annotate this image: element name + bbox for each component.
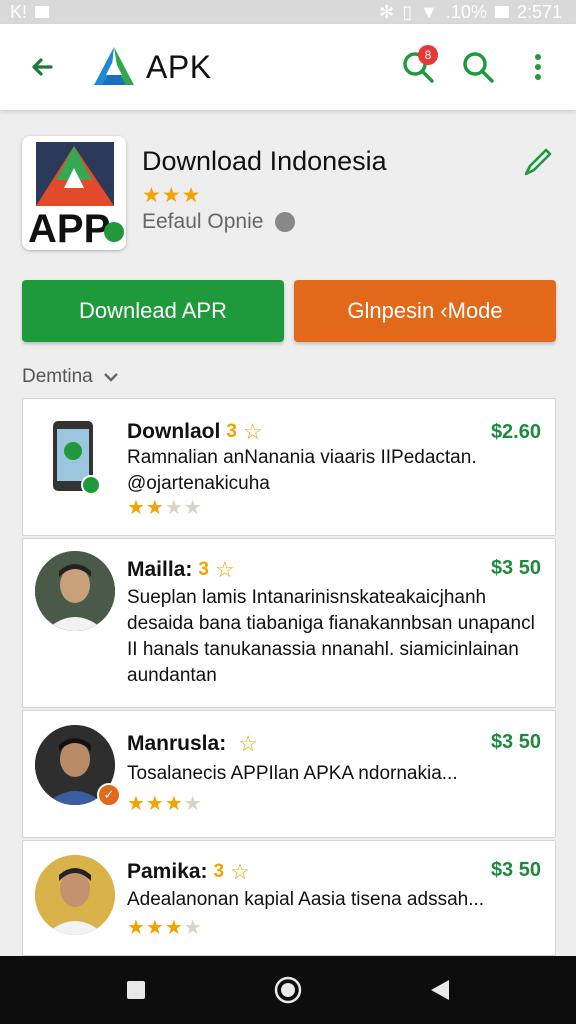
review-count: 3 (226, 421, 237, 442)
open-mode-button[interactable]: Glnpesin ‹Mode (294, 280, 556, 342)
notification-search-icon[interactable]: 8 (396, 45, 440, 89)
list-item[interactable]: Mailla: 3 ☆ $3 50 Sueplan lamis Intanari… (22, 538, 556, 708)
rating-filled: ★★★ (127, 793, 184, 815)
list-item[interactable]: ✓ Manrusla: ☆ $3 50 Tosalanecis APPIlan … (22, 710, 556, 838)
star-icon[interactable]: ☆ (238, 731, 258, 757)
star-icon[interactable]: ☆ (230, 859, 250, 885)
battery-percent: .10% (445, 1, 487, 22)
review-text: Ramnalian anNanania viaaris IIPedactan. … (127, 447, 477, 494)
list-item[interactable]: Downlaol 3 ☆ $2.60 Ramnalian anNanania v… (22, 398, 556, 536)
app-title: APK (146, 48, 212, 85)
review-price: $2.60 (490, 421, 541, 443)
bluetooth-icon: ✻ (379, 1, 395, 22)
rating-stars: ★★★★ (127, 915, 203, 940)
review-name-text: Manrusla: (127, 732, 227, 755)
avatar (35, 551, 115, 631)
review-name-text: Mailla: (127, 558, 193, 581)
review-price: $3 50 (490, 731, 541, 753)
vibrate-icon: ▯ (402, 1, 413, 22)
rating-empty: ★★ (164, 497, 203, 519)
review-price: $3 50 (490, 557, 541, 579)
avatar (35, 855, 115, 935)
status-left-text: K! (10, 1, 28, 22)
home-nav-icon[interactable] (264, 966, 312, 1014)
rating-stars: ★★★★ (127, 495, 203, 520)
rating-empty: ★ (183, 917, 203, 939)
review-price: $3 50 (490, 859, 541, 881)
list-item[interactable]: Pamika: 3 ☆ $3 50 Adealanonan kapial Aas… (22, 840, 556, 956)
review-text: Tosalanecis APPIlan APKA ndornakia... (127, 763, 458, 784)
review-name: Mailla: 3 ☆ (127, 557, 235, 583)
wifi-icon: ▼ (420, 1, 438, 22)
download-button[interactable]: Downlead APR (22, 280, 284, 342)
app-bar: APK 8 (0, 24, 576, 110)
app-subtitle-text: Eefaul Opnie (142, 210, 264, 233)
search-icon[interactable] (456, 45, 500, 89)
status-bar: K! ✻ ▯ ▼ .10% 2:571 (0, 0, 576, 24)
star-icon[interactable]: ☆ (215, 557, 235, 583)
rating-filled: ★★ (127, 497, 165, 519)
battery-icon (494, 6, 509, 18)
badge-icon: ✓ (97, 783, 121, 807)
filter-dropdown[interactable]: Demtina (22, 366, 119, 388)
review-name: Pamika: 3 ☆ (127, 859, 250, 885)
star-icon[interactable]: ☆ (243, 419, 263, 445)
review-count: 3 (198, 559, 209, 580)
image-notification-icon (35, 6, 50, 18)
app-icon: APP (22, 136, 126, 250)
more-vert-icon[interactable] (516, 45, 560, 89)
info-icon[interactable] (275, 212, 296, 232)
review-count: 3 (213, 861, 225, 882)
phone-app-icon (53, 421, 99, 495)
svg-text:APP: APP (28, 207, 110, 250)
review-name: Manrusla: ☆ (127, 731, 258, 757)
clock: 2:571 (516, 1, 562, 22)
review-name: Downlaol 3 ☆ (127, 419, 263, 445)
rating-filled: ★★★ (127, 917, 184, 939)
filter-label: Demtina (22, 366, 93, 387)
system-nav-bar (0, 956, 576, 1024)
back-nav-icon[interactable] (416, 966, 464, 1014)
review-name-text: Downlaol (127, 420, 221, 443)
review-text: Adealanonan kapial Aasia tisena adssah..… (127, 889, 485, 910)
edit-icon[interactable] (516, 140, 560, 184)
back-arrow-icon[interactable] (20, 45, 64, 89)
review-text: Sueplan lamis Intanarinisnskateakaicjhan… (127, 587, 535, 686)
notification-badge: 8 (418, 45, 438, 65)
rating-empty: ★ (183, 793, 203, 815)
app-name: Download Indonesia (142, 146, 387, 176)
chevron-down-icon (103, 373, 118, 382)
app-subtitle: Eefaul Opnie (142, 210, 296, 234)
rating-stars: ★★★★ (127, 791, 203, 816)
review-name-text: Pamika: (127, 860, 208, 883)
square-nav-icon[interactable] (112, 966, 160, 1014)
apk-logo-icon (94, 47, 134, 85)
app-rating-stars: ★★★ (142, 184, 202, 207)
